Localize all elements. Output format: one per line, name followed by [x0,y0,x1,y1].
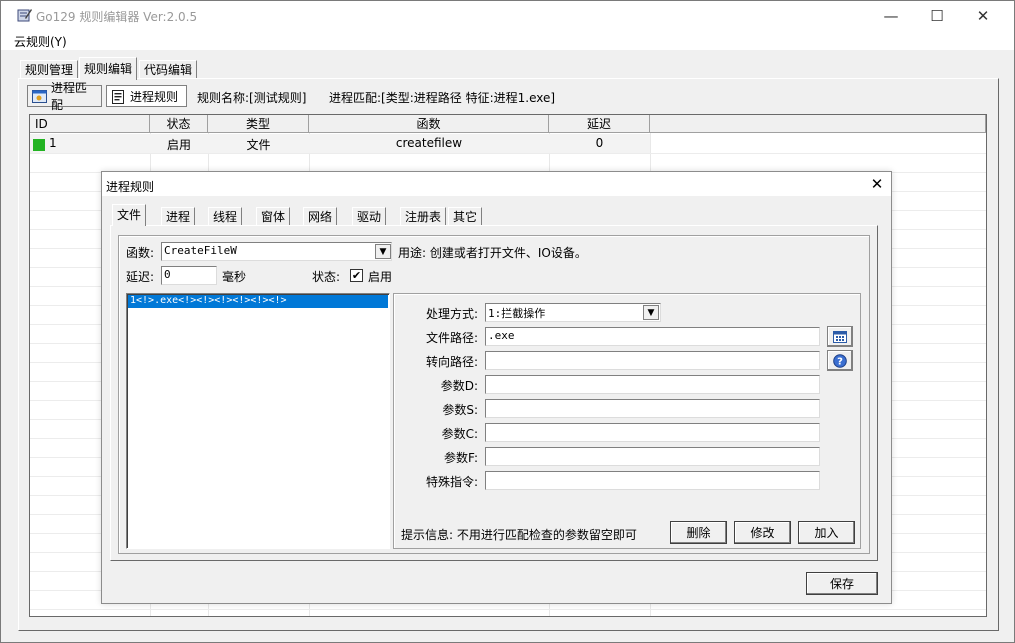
status-label: 状态: [312,270,341,284]
dialog-tab-thread[interactable]: 线程 [208,207,243,226]
hint-text: 提示信息: 不用进行匹配检查的参数留空即可 [401,528,637,542]
menu-bar [1,31,1014,50]
column-header-status[interactable]: 状态 [150,115,208,133]
dialog-title-bar [102,172,891,196]
status-indicator [33,139,45,151]
maximize-button[interactable]: ☐ [914,1,960,31]
dialog-tab-process[interactable]: 进程 [161,207,196,226]
function-label: 函数: [126,246,155,260]
param-d-label: 参数D: [440,379,478,393]
table-cell-delay: 0 [595,136,604,150]
column-header-function[interactable]: 函数 [309,115,549,133]
function-select[interactable]: CreateFileW [161,242,392,261]
param-c-input[interactable] [485,423,820,442]
method-label: 处理方式: [425,307,478,321]
close-button[interactable]: ✕ [960,1,1006,31]
grid-icon [833,330,847,343]
column-header-id[interactable]: ID [30,115,150,133]
dialog-tab-driver[interactable]: 驱动 [352,207,387,226]
redirect-path-input[interactable] [485,351,820,370]
enabled-label: 启用 [368,270,393,284]
chevron-down-icon[interactable]: ▼ [375,244,391,259]
param-s-label: 参数S: [442,403,478,417]
rule-name-text: 规则名称:[测试规则] [197,91,307,105]
modify-button[interactable]: 修改 [734,521,791,544]
dialog-tab-window[interactable]: 窗体 [256,207,291,226]
enabled-checkbox[interactable]: ✔ [350,269,363,282]
function-purpose: 用途: 创建或者打开文件、IO设备。 [398,246,587,260]
list-item[interactable]: 1<!>.exe<!><!><!><!><!><!> [128,295,388,308]
menu-cloud-rules[interactable]: 云规则(Y) [14,33,67,50]
delete-button[interactable]: 删除 [670,521,727,544]
help-button[interactable]: ? [827,350,853,371]
table-cell-type: 文件 [246,138,271,152]
add-button[interactable]: 加入 [798,521,855,544]
table-cell-function: createfilew [395,136,463,150]
file-path-input[interactable]: .exe [485,327,820,346]
rule-listbox[interactable] [126,293,390,549]
param-f-input[interactable] [485,447,820,466]
process-rules-button[interactable]: 进程规则 [106,85,187,107]
save-button[interactable]: 保存 [806,572,878,595]
process-match-label: 进程匹配 [51,81,88,112]
table-cell-id: 1 [49,136,57,150]
process-match-button[interactable]: 进程匹配 [27,81,102,112]
tab-rule-management[interactable]: 规则管理 [20,60,79,79]
column-header-delay[interactable]: 延迟 [549,115,650,133]
process-match-info: 进程匹配:[类型:进程路径 特征:进程1.exe] [329,91,556,105]
tab-rule-edit[interactable]: 规则编辑 [79,57,138,80]
method-select[interactable]: 1:拦截操作 [485,303,661,322]
special-command-label: 特殊指令: [425,475,478,489]
svg-text:?: ? [837,356,843,367]
special-command-input[interactable] [485,471,820,490]
dialog-title: 进程规则 [106,180,155,194]
dialog-tab-registry[interactable]: 注册表 [400,207,447,226]
param-d-input[interactable] [485,375,820,394]
browse-button[interactable] [827,326,853,347]
column-header-type[interactable]: 类型 [208,115,309,133]
document-icon [111,89,126,104]
tab-code-edit[interactable]: 代码编辑 [139,60,198,79]
dialog-tab-file[interactable]: 文件 [112,204,147,226]
dialog-tab-other[interactable]: 其它 [448,207,483,226]
process-rules-label: 进程规则 [130,89,179,104]
chevron-down-icon[interactable]: ▼ [643,305,659,320]
file-path-label: 文件路径: [425,331,478,345]
delay-label: 延迟: [126,270,155,284]
param-f-label: 参数F: [443,451,478,465]
delay-input[interactable]: 0 [161,266,217,285]
grid-line [30,153,986,154]
column-header-filler [650,115,986,133]
table-cell-status: 启用 [166,138,191,152]
dialog-tab-network[interactable]: 网络 [303,207,338,226]
app-icon [16,7,32,23]
grid-line [30,609,986,610]
redirect-path-label: 转向路径: [425,355,478,369]
ms-label: 毫秒 [222,270,247,284]
dialog-close-button[interactable]: ✕ [866,174,888,194]
help-icon: ? [833,353,847,368]
minimize-button[interactable]: — [868,1,914,31]
window-icon [32,89,47,103]
param-s-input[interactable] [485,399,820,418]
window-title: Go129 规则编辑器 Ver:2.0.5 [36,10,198,24]
param-c-label: 参数C: [441,427,478,441]
